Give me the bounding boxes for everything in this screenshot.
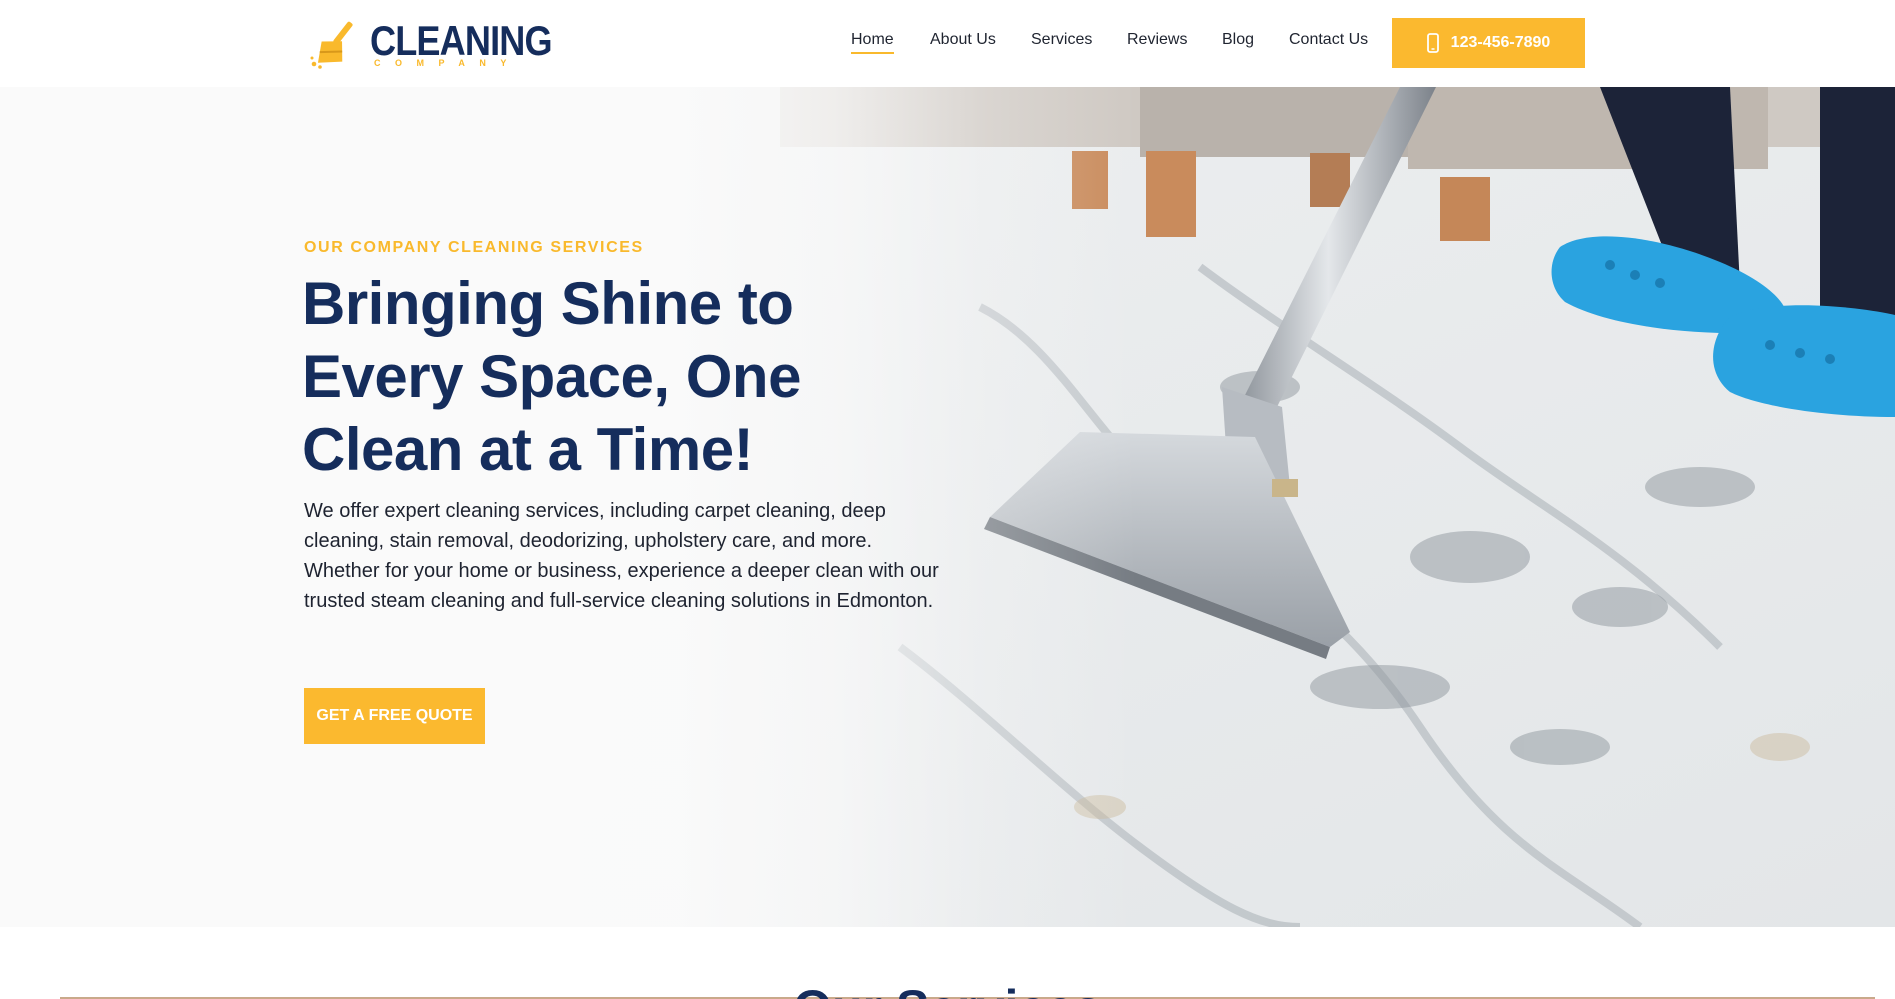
nav-blog[interactable]: Blog: [1222, 31, 1254, 49]
nav-contact-us[interactable]: Contact Us: [1289, 31, 1368, 49]
services-title: Our Services: [0, 979, 1895, 999]
broom-icon: [310, 21, 353, 69]
hero-section: OUR COMPANY CLEANING SERVICES Bringing S…: [0, 87, 1895, 927]
nav-services[interactable]: Services: [1031, 31, 1092, 49]
nav-reviews[interactable]: Reviews: [1127, 31, 1187, 49]
logo-tagline: COMPANY: [374, 58, 521, 68]
nav-home[interactable]: Home: [851, 31, 894, 54]
hero-headline: Bringing Shine to Every Space, One Clean…: [302, 270, 801, 483]
site-header: CLEANING COMPANY Home About Us Services …: [0, 0, 1895, 87]
nav-about-us[interactable]: About Us: [930, 31, 996, 49]
hero-description: We offer expert cleaning services, inclu…: [304, 500, 939, 612]
phone-call-button[interactable]: 123-456-7890: [1392, 18, 1585, 68]
mobile-phone-icon: [1426, 33, 1439, 53]
phone-number: 123-456-7890: [1450, 34, 1551, 51]
services-section: Our Services: [0, 927, 1895, 999]
company-logo[interactable]: CLEANING COMPANY: [310, 16, 553, 72]
get-free-quote-button[interactable]: GET A FREE QUOTE: [304, 688, 485, 744]
hero-kicker: OUR COMPANY CLEANING SERVICES: [304, 239, 644, 256]
